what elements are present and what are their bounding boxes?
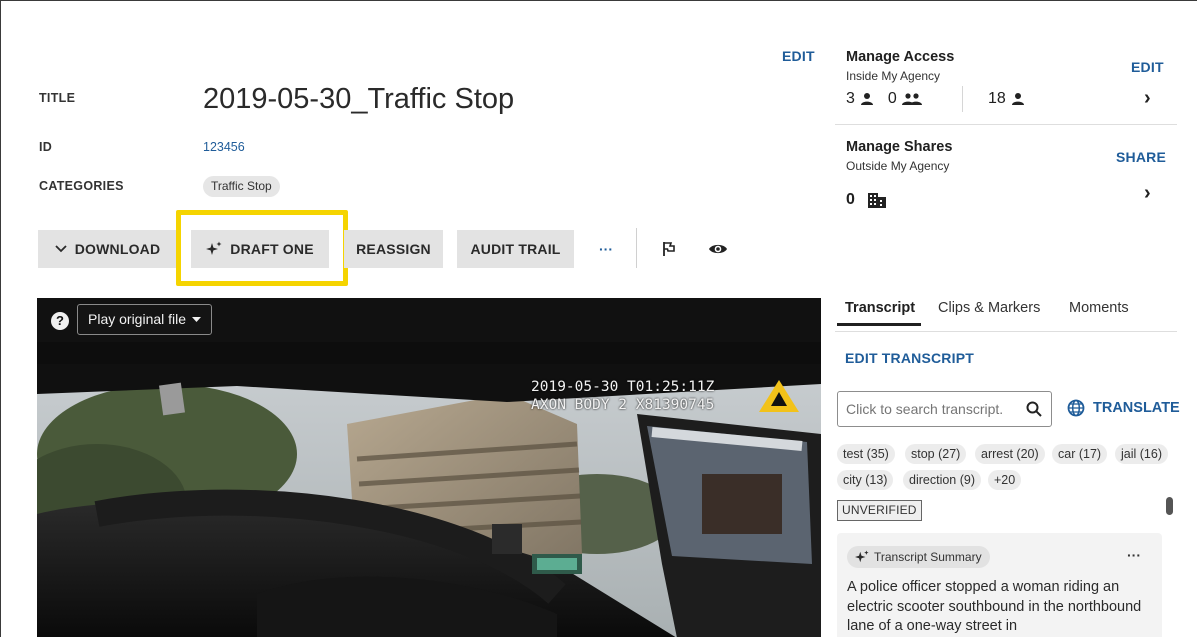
keyword-chip[interactable]: direction (9) (903, 470, 981, 490)
player-toolbar: ? Play original file (37, 298, 821, 342)
person-icon (1011, 93, 1024, 105)
manage-shares-subtitle: Outside My Agency (846, 159, 950, 173)
access-divider (835, 124, 1177, 125)
evidence-title: 2019-05-30_Traffic Stop (203, 83, 515, 115)
globe-icon (1067, 399, 1085, 417)
summary-chip-label: Transcript Summary (874, 550, 982, 564)
shares-chevron-right-icon[interactable]: › (1144, 182, 1151, 205)
audit-trail-button[interactable]: AUDIT TRAIL (457, 230, 574, 268)
share-counts: 0 (846, 191, 887, 209)
download-button[interactable]: DOWNLOAD (38, 230, 177, 268)
tab-transcript[interactable]: Transcript (845, 300, 915, 316)
keyword-chip[interactable]: jail (16) (1115, 444, 1168, 464)
search-icon[interactable] (1025, 400, 1043, 418)
tab-moments[interactable]: Moments (1069, 300, 1129, 316)
toolbar-divider (636, 228, 637, 268)
reassign-button[interactable]: REASSIGN (344, 230, 443, 268)
keyword-chip[interactable]: test (35) (837, 444, 895, 464)
person-icon (860, 93, 873, 105)
audit-trail-label: AUDIT TRAIL (470, 241, 561, 257)
keyword-chip[interactable]: city (13) (837, 470, 894, 490)
sparkle-icon (855, 550, 869, 563)
flag-icon[interactable] (659, 239, 679, 259)
more-keywords-chip[interactable]: +20 (988, 470, 1022, 490)
group-icon (901, 93, 922, 105)
help-icon[interactable]: ? (51, 312, 69, 330)
tab-clips-markers[interactable]: Clips & Markers (938, 300, 1040, 316)
transcript-summary-chip: Transcript Summary (847, 546, 990, 568)
translate-button[interactable]: TRANSLATE (1067, 399, 1180, 417)
edit-transcript-button[interactable]: EDIT TRANSCRIPT (845, 350, 974, 366)
access-count-divider (962, 86, 963, 112)
id-label: ID (39, 140, 53, 154)
manage-access-title: Manage Access (846, 49, 955, 65)
categories-label: CATEGORIES (39, 179, 124, 193)
share-button[interactable]: SHARE (1116, 149, 1166, 165)
access-edit-button[interactable]: EDIT (1131, 59, 1164, 75)
visibility-icon[interactable] (708, 239, 728, 259)
user-count: 3 (846, 90, 855, 107)
download-label: DOWNLOAD (74, 241, 161, 257)
video-timestamp-overlay: 2019-05-30 T01:25:11Z AXON BODY 2 X81390… (531, 378, 714, 414)
keyword-chip[interactable]: car (17) (1052, 444, 1108, 464)
transcript-scrollbar[interactable] (1166, 497, 1173, 515)
edit-evidence-button[interactable]: EDIT (782, 48, 815, 64)
agency-count: 0 (846, 191, 855, 208)
draft-one-highlight (176, 210, 348, 286)
more-actions-button[interactable]: ··· (596, 239, 616, 259)
transcript-search-input[interactable] (837, 391, 1052, 427)
keyword-chip[interactable]: stop (27) (905, 444, 967, 464)
overlay-datetime: 2019-05-30 T01:25:11Z (531, 379, 715, 395)
summary-text: A police officer stopped a woman riding … (847, 579, 1142, 634)
overlay-device: AXON BODY 2 X81390745 (531, 397, 715, 413)
translate-label: TRANSLATE (1093, 400, 1180, 416)
building-icon (867, 193, 886, 208)
video-player[interactable]: ? Play original file 2019-05-30 T01:25:1… (37, 298, 821, 637)
caret-down-icon (192, 316, 202, 322)
transcript-status-badge: UNVERIFIED (837, 500, 922, 521)
total-user-count: 18 (988, 90, 1006, 107)
play-mode-select[interactable]: Play original file (77, 304, 213, 335)
play-mode-label: Play original file (88, 311, 187, 327)
manage-shares-title: Manage Shares (846, 139, 953, 155)
tabs-divider (835, 331, 1177, 332)
access-total: 18 (988, 90, 1025, 108)
category-chip: Traffic Stop (203, 176, 280, 197)
chevron-down-icon (55, 245, 67, 253)
access-chevron-right-icon[interactable]: › (1144, 87, 1151, 110)
axon-logo-icon (759, 380, 799, 412)
access-counts: 3 0 (846, 90, 922, 108)
reassign-label: REASSIGN (356, 241, 431, 257)
title-label: TITLE (39, 91, 76, 105)
keyword-chip[interactable]: arrest (20) (975, 444, 1045, 464)
group-count: 0 (887, 90, 897, 107)
evidence-id-link[interactable]: 123456 (203, 140, 245, 154)
active-tab-indicator (837, 323, 921, 326)
summary-more-button[interactable]: ··· (1127, 547, 1141, 563)
transcript-summary-card: Transcript Summary ··· A police officer … (837, 533, 1162, 637)
manage-access-subtitle: Inside My Agency (846, 69, 941, 83)
evidence-detail-page: EDIT TITLE 2019-05-30_Traffic Stop ID 12… (0, 0, 1197, 637)
